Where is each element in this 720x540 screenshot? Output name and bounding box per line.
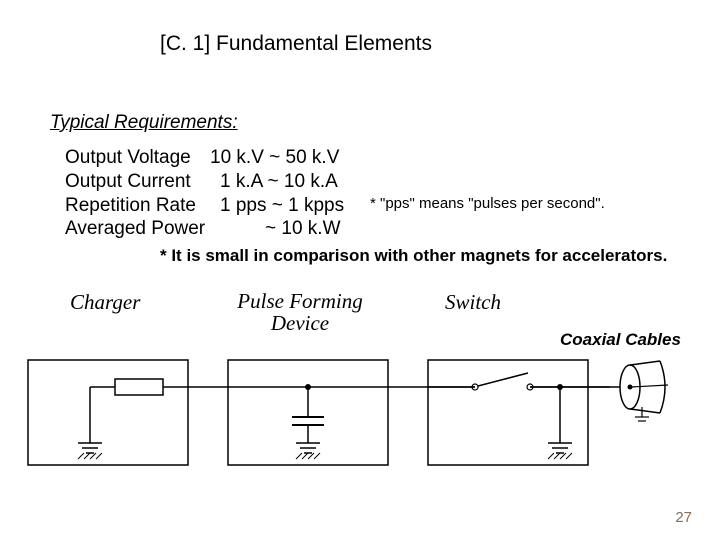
page-title: [C. 1] Fundamental Elements (160, 32, 432, 56)
footnote-comparison: * It is small in comparison with other m… (160, 246, 667, 266)
footnote-pps: * "pps" means "pulses per second". (370, 195, 605, 212)
label-switch: Switch (445, 290, 501, 315)
label-pulse-forming-device: Pulse Forming Device (225, 290, 375, 334)
circuit-diagram (20, 355, 700, 475)
spec-label: Output Voltage (65, 146, 210, 170)
spec-label: Repetition Rate (65, 194, 210, 218)
spec-value: 1 pps ~ 1 kpps (220, 194, 344, 218)
page-number: 27 (675, 509, 692, 526)
spec-row-power: Averaged Power ~ 10 k.W (65, 217, 344, 241)
spec-value: 1 k.A ~ 10 k.A (220, 170, 338, 194)
spec-row-voltage: Output Voltage 10 k.V ~ 50 k.V (65, 146, 344, 170)
requirements-list: Output Voltage 10 k.V ~ 50 k.V Output Cu… (65, 146, 344, 241)
label-charger: Charger (70, 290, 140, 315)
section-subtitle: Typical Requirements: (50, 112, 238, 134)
label-coaxial-cables: Coaxial Cables (560, 330, 681, 350)
spec-row-rate: Repetition Rate 1 pps ~ 1 kpps (65, 194, 344, 218)
spec-value: 10 k.V ~ 50 k.V (210, 146, 339, 170)
spec-label: Output Current (65, 170, 210, 194)
spec-row-current: Output Current 1 k.A ~ 10 k.A (65, 170, 344, 194)
spec-value: ~ 10 k.W (265, 217, 341, 241)
spec-label: Averaged Power (65, 217, 210, 241)
